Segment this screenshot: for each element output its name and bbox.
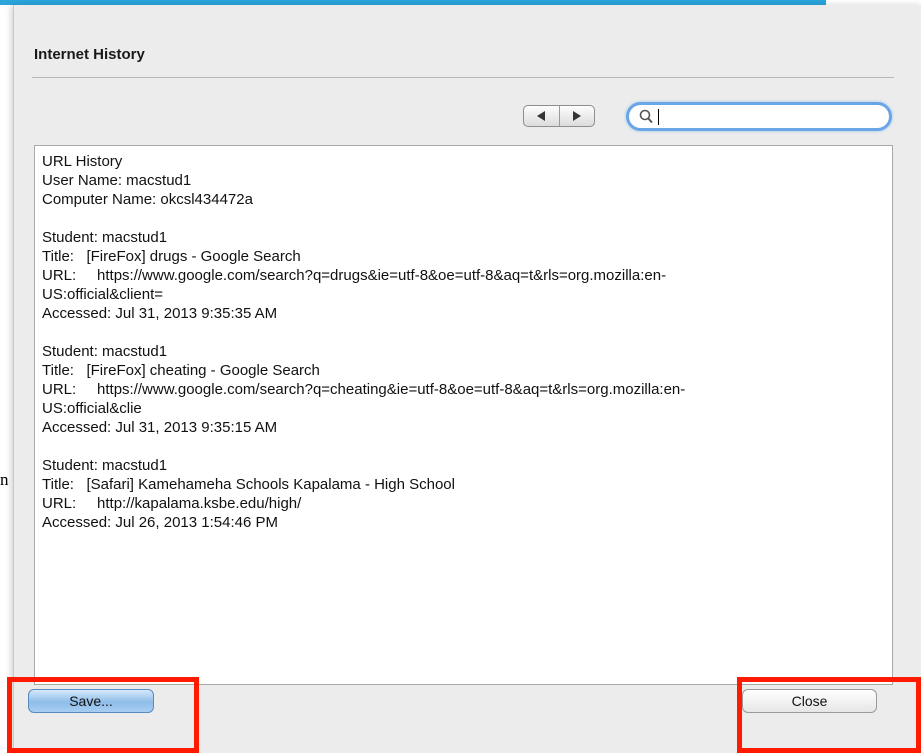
navigation-segmented-control — [523, 105, 595, 127]
entry-url: URL: https://www.google.com/search?q=dru… — [42, 267, 667, 284]
history-text-area[interactable]: URL History User Name: macstud1 Computer… — [34, 145, 893, 685]
triangle-right-icon — [572, 111, 581, 121]
entry-accessed: Accessed: Jul 26, 2013 1:54:46 PM — [42, 514, 278, 531]
entry-accessed: Accessed: Jul 31, 2013 9:35:35 AM — [42, 305, 278, 322]
search-field — [626, 102, 892, 131]
entry-title: Title: [FireFox] drugs - Google Search — [42, 248, 301, 265]
entry-accessed: Accessed: Jul 31, 2013 9:35:15 AM — [42, 419, 278, 436]
entry-url: URL: https://www.google.com/search?q=che… — [42, 381, 686, 398]
background-text: n — [0, 470, 9, 489]
entry-url: URL: http://kapalama.ksbe.edu/high/ — [42, 495, 302, 512]
entry-url-continued: US:official&client= — [42, 286, 164, 303]
dialog-title: Internet History — [34, 46, 145, 63]
previous-button[interactable] — [524, 106, 559, 126]
entry-student: Student: macstud1 — [42, 229, 168, 246]
close-highlight-box — [737, 677, 921, 753]
magnifier-icon — [639, 109, 653, 124]
next-button[interactable] — [558, 106, 595, 126]
history-header-line: User Name: macstud1 — [42, 172, 192, 189]
search-input[interactable] — [657, 107, 882, 126]
entry-url-continued: US:official&clie — [42, 400, 142, 417]
entry-student: Student: macstud1 — [42, 343, 168, 360]
entry-student: Student: macstud1 — [42, 457, 168, 474]
entry-title: Title: [Safari] Kamehameha Schools Kapal… — [42, 476, 455, 493]
title-divider — [32, 77, 894, 78]
triangle-left-icon — [537, 111, 546, 121]
history-header-line: URL History — [42, 153, 123, 170]
history-header-line: Computer Name: okcsl434472a — [42, 191, 253, 208]
internet-history-dialog: Internet History URL History User Name: … — [13, 5, 921, 753]
entry-title: Title: [FireFox] cheating - Google Searc… — [42, 362, 320, 379]
text-caret — [658, 109, 659, 125]
save-highlight-box — [7, 677, 199, 753]
